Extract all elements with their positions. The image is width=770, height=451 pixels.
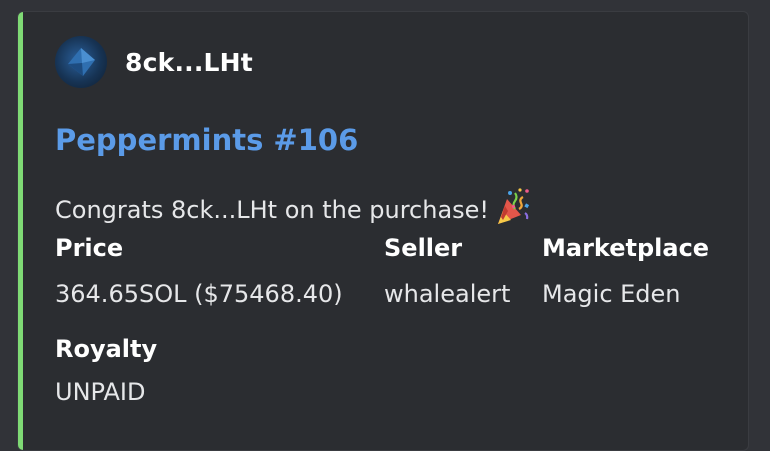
field-value-royalty: UNPAID	[55, 378, 146, 406]
field-name-seller: Seller	[384, 234, 463, 262]
field-value-seller: whalealert	[384, 280, 511, 308]
field-name-price: Price	[55, 234, 124, 262]
embed-author: 8ck...LHt	[55, 36, 253, 88]
field-name-marketplace: Marketplace	[542, 234, 710, 262]
embed-description: Congrats 8ck...LHt on the purchase!	[55, 187, 531, 233]
field-name-royalty: Royalty	[55, 335, 158, 363]
description-text: Congrats 8ck...LHt on the purchase!	[55, 196, 490, 224]
author-name[interactable]: 8ck...LHt	[125, 48, 253, 77]
sale-embed: 8ck...LHt Peppermints #106 Congrats 8ck.…	[17, 11, 749, 451]
blue-diamond-avatar-icon[interactable]	[55, 36, 107, 88]
party-popper-icon	[495, 187, 531, 233]
field-value-price: 364.65SOL ($75468.40)	[55, 280, 343, 308]
embed-title-link[interactable]: Peppermints #106	[55, 123, 358, 157]
embed-accent-bar	[18, 12, 23, 450]
field-value-marketplace: Magic Eden	[542, 280, 681, 308]
